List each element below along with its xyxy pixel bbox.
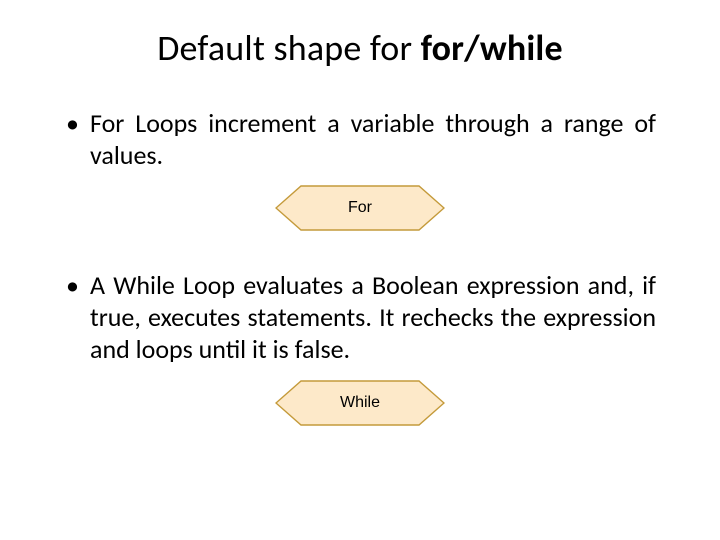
- bullet-list-2: A While Loop evaluates a Boolean express…: [64, 270, 656, 365]
- while-hexagon-shape: While: [275, 380, 445, 426]
- title-bold: for/while: [421, 26, 563, 70]
- while-shape-label: While: [275, 380, 445, 426]
- slide-title: Default shape for for/while: [64, 26, 656, 70]
- bullet-while: A While Loop evaluates a Boolean express…: [64, 270, 656, 365]
- title-prefix: Default shape for: [157, 26, 420, 70]
- slide: Default shape for for/while For Loops in…: [0, 0, 720, 540]
- for-shape-label: For: [275, 185, 445, 231]
- while-shape-row: While: [64, 380, 656, 431]
- bullet-for: For Loops increment a variable through a…: [64, 108, 656, 171]
- for-hexagon-shape: For: [275, 185, 445, 231]
- for-shape-row: For: [64, 185, 656, 236]
- bullet-list: For Loops increment a variable through a…: [64, 108, 656, 171]
